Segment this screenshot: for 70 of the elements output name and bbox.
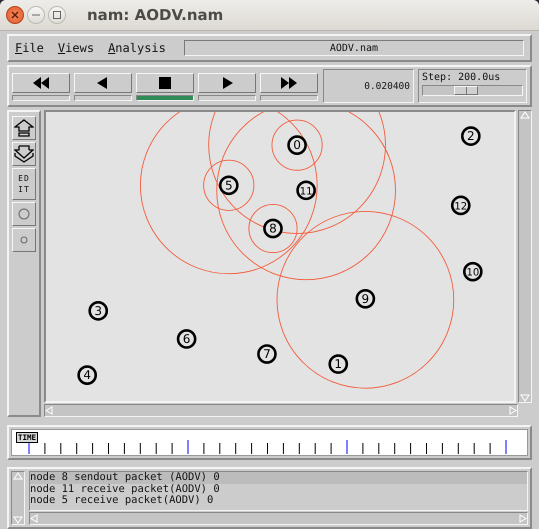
- node-circle: [88, 301, 108, 321]
- scroll-left-icon: [45, 406, 53, 416]
- edit-button[interactable]: ED IT: [12, 168, 36, 200]
- node-label: 10: [466, 268, 480, 279]
- menu-item[interactable]: Analysis: [108, 41, 166, 55]
- node-circle: [460, 126, 481, 146]
- scroll-down-icon: [520, 394, 530, 402]
- log-entry[interactable]: node 5 receive packet(AODV) 0: [30, 495, 527, 507]
- rewind-icon: [31, 75, 51, 91]
- scroll-down-icon: [13, 516, 23, 524]
- horizontal-scrollbar[interactable]: [44, 404, 518, 418]
- file-name-field: AODV.nam: [184, 40, 524, 56]
- step-slider[interactable]: [422, 85, 523, 96]
- node-label: 9: [362, 292, 370, 306]
- time-display: 0.020400: [323, 69, 414, 103]
- log-entry[interactable]: node 11 receive packet(AODV) 0: [30, 484, 527, 496]
- node-label: 12: [454, 201, 468, 212]
- fast-forward-icon: [279, 75, 299, 91]
- node-circle: [462, 262, 483, 282]
- node-label: 1: [334, 357, 342, 372]
- stop-button[interactable]: [136, 73, 194, 93]
- node-label: 6: [182, 332, 190, 346]
- node-circle: [287, 135, 307, 155]
- log-scrollbar[interactable]: [11, 471, 25, 525]
- circle-icon: [18, 208, 30, 220]
- scroll-up-icon: [520, 111, 530, 119]
- node-circle: [263, 218, 283, 238]
- arrow-down-icon: [14, 145, 34, 163]
- node-circle: [296, 180, 316, 200]
- node-circle: [77, 365, 98, 385]
- node-circle: [328, 354, 348, 374]
- node-label: 11: [300, 186, 312, 198]
- log-horizontal-scrollbar[interactable]: [29, 512, 528, 525]
- vertical-scrollbar[interactable]: [518, 110, 532, 404]
- step-label: Step: 200.0us: [422, 72, 502, 83]
- log-entry[interactable]: node 8 sendout packet (AODV) 0: [30, 472, 527, 484]
- forward-button[interactable]: [260, 73, 318, 93]
- node-circle: [356, 288, 376, 309]
- arrow-up-icon: [14, 119, 34, 137]
- scroll-up-icon: [13, 472, 23, 480]
- tool-button[interactable]: [12, 142, 36, 166]
- play-button[interactable]: [198, 73, 256, 93]
- node-label: 4: [83, 368, 91, 382]
- back-button[interactable]: [74, 73, 132, 93]
- close-icon: [11, 11, 19, 19]
- node-label: 0: [293, 138, 301, 152]
- close-button[interactable]: [6, 6, 24, 24]
- node-label: 3: [94, 304, 102, 318]
- menu-item[interactable]: Views: [58, 41, 94, 55]
- maximize-icon: [53, 11, 61, 19]
- rewind-button[interactable]: [12, 73, 70, 93]
- circle-icon: [20, 236, 28, 244]
- minimize-button[interactable]: [27, 6, 45, 24]
- node-circle: [450, 196, 471, 216]
- scroll-right-icon: [509, 406, 517, 416]
- node-label: 5: [224, 178, 233, 192]
- menu-item[interactable]: File: [15, 41, 44, 55]
- maximize-button[interactable]: [48, 6, 66, 24]
- slider-thumb[interactable]: [454, 86, 478, 95]
- node-circle: [257, 344, 277, 364]
- scroll-left-icon: [30, 514, 38, 523]
- minimize-icon: [32, 14, 40, 16]
- node-label: 7: [263, 347, 271, 362]
- tool-button[interactable]: [12, 116, 36, 140]
- scroll-right-icon: [519, 514, 527, 523]
- node-circle: [176, 329, 196, 349]
- window-title: nam: AODV.nam: [87, 6, 224, 24]
- node-label: 2: [466, 129, 475, 144]
- node-circle: [218, 175, 239, 196]
- node-label: 8: [269, 222, 277, 236]
